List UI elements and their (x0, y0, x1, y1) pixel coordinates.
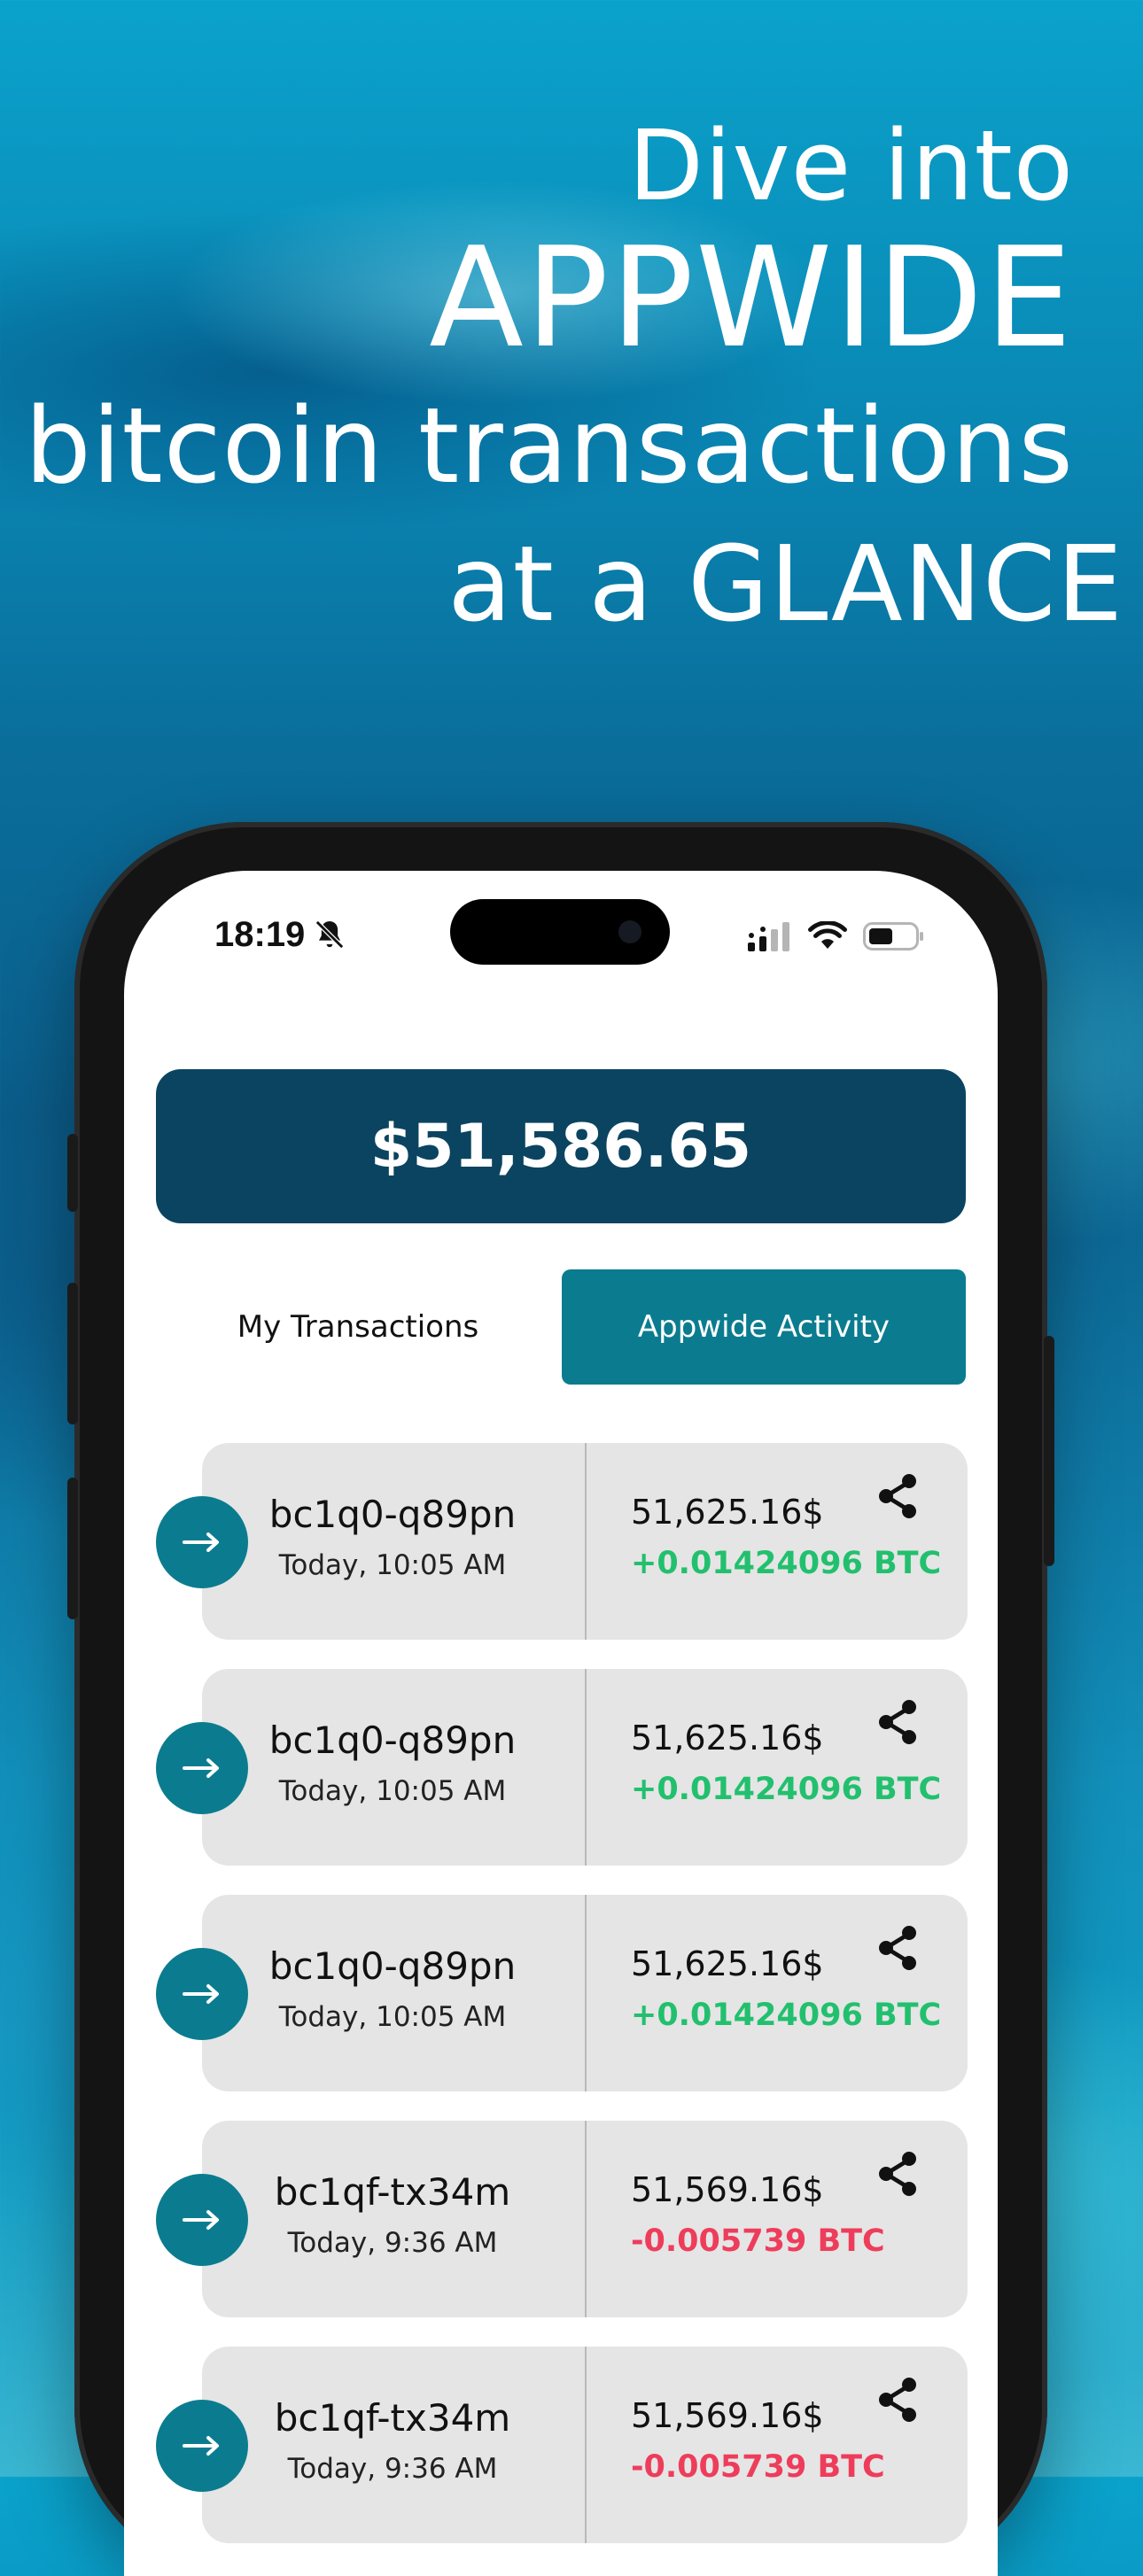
transaction-time: Today, 9:36 AM (287, 2453, 498, 2485)
status-time: 18:19 (214, 915, 306, 954)
phone-action-button (67, 1134, 78, 1212)
transaction-divider (585, 1669, 587, 1866)
headline-line-1: Dive into (628, 109, 1074, 222)
battery-icon (863, 922, 923, 950)
signal-icon (748, 922, 789, 951)
bell-muted-icon (315, 919, 345, 950)
transaction-time: Today, 10:05 AM (278, 2001, 507, 2033)
transaction-divider (585, 1895, 587, 2091)
phone-volume-down-button (67, 1478, 78, 1619)
balance-amount: $51,586.65 (369, 1111, 752, 1182)
transaction-usd-value: 51,569.16$ (631, 2170, 824, 2209)
phone-volume-up-button (67, 1283, 78, 1424)
transaction-address: bc1qf-tx34m (274, 2396, 511, 2440)
headline-line-2: APPWIDE (429, 217, 1074, 378)
transaction-row[interactable]: bc1q0-q89pn Today, 10:05 AM 51,625.16$ +0.0… (156, 1895, 968, 2091)
dynamic-island (450, 899, 670, 965)
arrow-right-icon (183, 2436, 219, 2456)
share-icon[interactable] (875, 1471, 921, 1521)
transaction-usd-value: 51,625.16$ (631, 1944, 824, 1983)
transaction-btc-amount: +0.01424096 BTC (631, 1772, 942, 1807)
front-camera (618, 920, 641, 943)
transaction-usd-value: 51,569.16$ (631, 2396, 824, 2435)
transaction-row[interactable]: bc1qf-tx34m Today, 9:36 AM 51,569.16$ -0.00… (156, 2347, 968, 2543)
transaction-address: bc1q0-q89pn (268, 1944, 517, 1988)
transaction-row[interactable]: bc1qf-tx34m Today, 9:36 AM 51,569.16$ -0.00… (156, 2121, 968, 2317)
arrow-right-icon (183, 1984, 219, 2004)
balance-card: $51,586.65 (156, 1069, 966, 1223)
promo-headline: Dive into APPWIDE bitcoin transactions a… (11, 106, 1123, 636)
tab-appwide-activity-label: Appwide Activity (637, 1309, 890, 1345)
transaction-address: bc1q0-q89pn (268, 1493, 517, 1536)
transaction-row[interactable]: bc1q0-q89pn Today, 10:05 AM 51,625.16$ +0.0… (156, 1669, 968, 1866)
phone-power-button (1044, 1336, 1054, 1566)
transaction-divider (585, 2121, 587, 2317)
transaction-time: Today, 9:36 AM (287, 2227, 498, 2259)
transaction-row[interactable]: bc1q0-q89pn Today, 10:05 AM 51,625.16$ +0.0… (156, 1443, 968, 1640)
transaction-time: Today, 10:05 AM (278, 1549, 507, 1581)
tab-my-transactions-label: My Transactions (237, 1309, 479, 1345)
tab-my-transactions[interactable]: My Transactions (156, 1269, 560, 1385)
transaction-btc-amount: -0.005739 BTC (631, 2449, 885, 2485)
transaction-address: bc1q0-q89pn (268, 1719, 517, 1762)
transaction-time: Today, 10:05 AM (278, 1775, 507, 1807)
transaction-btc-amount: +0.01424096 BTC (631, 1546, 942, 1581)
share-icon[interactable] (875, 2375, 921, 2425)
transaction-divider (585, 2347, 587, 2543)
arrow-right-icon (183, 2210, 219, 2230)
status-icons (748, 919, 925, 954)
transaction-divider (585, 1443, 587, 1640)
arrow-right-icon (183, 1758, 219, 1778)
transaction-usd-value: 51,625.16$ (631, 1719, 824, 1757)
transaction-address: bc1qf-tx34m (274, 2170, 511, 2214)
share-icon[interactable] (875, 2149, 921, 2199)
headline-line-3: bitcoin transactions (24, 384, 1074, 507)
headline-line-4: at a GLANCE (447, 523, 1124, 645)
transaction-btc-amount: -0.005739 BTC (631, 2223, 885, 2259)
tab-appwide-activity[interactable]: Appwide Activity (562, 1269, 966, 1385)
share-icon[interactable] (875, 1923, 921, 1973)
arrow-right-icon (183, 1532, 219, 1552)
transaction-btc-amount: +0.01424096 BTC (631, 1998, 942, 2033)
wifi-icon (808, 921, 847, 949)
share-icon[interactable] (875, 1697, 921, 1747)
transaction-usd-value: 51,625.16$ (631, 1493, 824, 1532)
